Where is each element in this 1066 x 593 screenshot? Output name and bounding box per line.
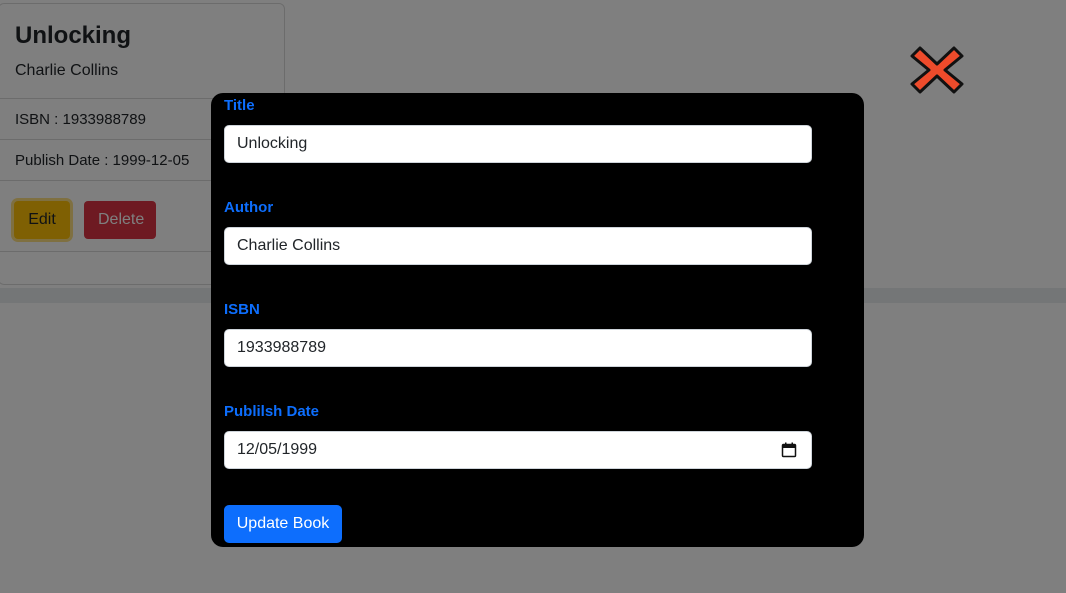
author-input[interactable]: Charlie Collins — [224, 227, 812, 265]
title-input[interactable]: Unlocking — [224, 125, 812, 163]
author-label: Author — [224, 199, 274, 216]
title-label: Title — [224, 97, 255, 114]
publish-date-value: 12/05/1999 — [237, 441, 318, 458]
calendar-icon[interactable] — [781, 442, 797, 458]
publish-date-label: Publilsh Date — [224, 403, 320, 420]
isbn-input[interactable]: 1933988789 — [224, 329, 812, 367]
update-book-button[interactable]: Update Book — [224, 505, 342, 543]
edit-book-modal: Title Unlocking Author Charlie Collins I… — [211, 93, 864, 547]
publish-date-input[interactable]: 12/05/1999 — [224, 431, 812, 469]
isbn-label: ISBN — [224, 301, 260, 318]
close-icon[interactable] — [908, 42, 966, 98]
